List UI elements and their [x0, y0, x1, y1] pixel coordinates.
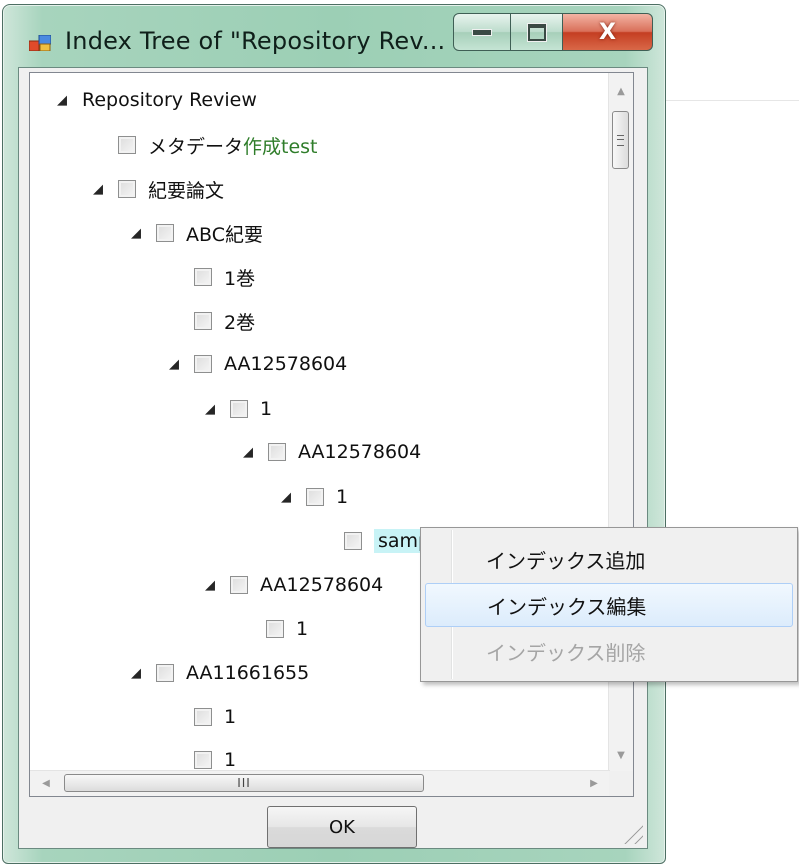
grip-icon: III — [237, 776, 251, 790]
node-checkbox[interactable] — [156, 664, 174, 682]
node-checkbox[interactable] — [230, 576, 248, 594]
expand-arrow-icon[interactable]: ◢ — [202, 402, 218, 417]
node-checkbox[interactable] — [266, 620, 284, 638]
scroll-down-arrow-icon[interactable]: ▼ — [609, 743, 633, 767]
expand-arrow-icon[interactable]: ◢ — [278, 490, 294, 505]
index-tree-view[interactable]: ◢ Repository Review メタデータ作成test ◢ 紀要論文 ◢… — [29, 72, 634, 797]
node-checkbox[interactable] — [156, 224, 174, 242]
maximize-button[interactable] — [511, 13, 563, 51]
scroll-up-arrow-icon[interactable]: ▲ — [609, 79, 633, 103]
scrollbar-corner — [609, 771, 633, 796]
tree-node-label: 1 — [260, 398, 273, 420]
node-checkbox[interactable] — [194, 312, 212, 330]
tree-node[interactable]: 1 — [266, 614, 308, 644]
node-checkbox[interactable] — [268, 443, 286, 461]
tree-node-label: 紀要論文 — [148, 179, 225, 202]
node-checkbox[interactable] — [118, 180, 136, 198]
menu-item-label: インデックス編集 — [487, 594, 647, 619]
tree-node-label: AA12578604 — [224, 353, 348, 375]
vertical-scroll-thumb[interactable] — [612, 111, 629, 169]
tree-node-label: 2巻 — [224, 311, 256, 334]
tree-node[interactable]: 1 — [194, 745, 236, 771]
node-checkbox[interactable] — [344, 532, 362, 550]
close-button[interactable]: X — [563, 13, 653, 51]
menu-item-delete-index: インデックス削除 — [425, 629, 793, 673]
tree-node-label: 1 — [224, 706, 237, 728]
expand-arrow-icon[interactable]: ◢ — [54, 93, 70, 108]
tree-node-label: 1 — [296, 618, 309, 640]
scroll-right-arrow-icon[interactable]: ▶ — [582, 771, 606, 796]
tree-node[interactable]: 2巻 — [194, 306, 255, 336]
node-checkbox[interactable] — [194, 268, 212, 286]
tree-node-label: 1巻 — [224, 267, 256, 290]
menu-item-edit-index[interactable]: インデックス編集 — [425, 583, 793, 627]
expand-arrow-icon[interactable]: ◢ — [202, 578, 218, 593]
tree-node[interactable]: ◢ AA12578604 — [202, 570, 383, 600]
desktop-background — [665, 100, 799, 101]
tree-node[interactable]: メタデータ作成test — [118, 130, 318, 160]
tree-node-label: 1 — [224, 749, 237, 771]
tree-node[interactable]: ◢ ABC紀要 — [128, 218, 263, 248]
node-checkbox[interactable] — [194, 355, 212, 373]
ok-button[interactable]: OK — [267, 806, 417, 848]
tree-node[interactable]: ◢ AA12578604 — [240, 437, 421, 467]
expand-arrow-icon[interactable]: ◢ — [240, 445, 256, 460]
tree-node[interactable]: ◢ AA11661655 — [128, 658, 309, 688]
tree-node[interactable]: ◢ 1 — [278, 482, 348, 512]
tree-node-label: AA12578604 — [298, 441, 422, 463]
horizontal-scrollbar[interactable]: ◀ III ▶ — [30, 770, 610, 796]
tree-node[interactable]: ◢ 1 — [202, 394, 272, 424]
close-icon: X — [599, 19, 616, 45]
caption-buttons: X — [453, 13, 653, 53]
tree-node[interactable]: 1 — [194, 702, 236, 732]
tree-node-label: AA12578604 — [260, 574, 384, 596]
tree-node-root[interactable]: ◢ Repository Review — [54, 85, 257, 115]
maximize-icon — [527, 23, 546, 41]
minimize-icon — [472, 28, 492, 36]
resize-grip-icon[interactable] — [621, 822, 643, 844]
expand-arrow-icon[interactable]: ◢ — [166, 357, 182, 372]
tree-node[interactable]: ◢ AA12578604 — [166, 349, 347, 379]
context-menu: インデックス追加 インデックス編集 インデックス削除 — [420, 527, 798, 682]
window-app-icon — [29, 35, 51, 51]
tree-node-label: Repository Review — [82, 89, 257, 111]
node-checkbox[interactable] — [118, 136, 136, 154]
tree-node[interactable]: 1巻 — [194, 262, 255, 292]
expand-arrow-icon[interactable]: ◢ — [128, 666, 144, 681]
tree-node-label: 1 — [336, 486, 349, 508]
dialog-client-area: ◢ Repository Review メタデータ作成test ◢ 紀要論文 ◢… — [18, 67, 648, 849]
window-title: Index Tree of "Repository Rev... — [65, 27, 446, 55]
tree-node-label: メタデータ作成test — [148, 135, 318, 158]
menu-item-label: インデックス削除 — [486, 640, 646, 665]
title-bar[interactable]: Index Tree of "Repository Rev... X — [3, 5, 665, 71]
menu-item-add-index[interactable]: インデックス追加 — [425, 537, 793, 581]
node-checkbox[interactable] — [194, 751, 212, 769]
tree-node-label: ABC紀要 — [186, 223, 263, 246]
menu-item-label: インデックス追加 — [486, 548, 646, 573]
grip-icon — [617, 134, 624, 146]
node-checkbox[interactable] — [306, 488, 324, 506]
scroll-left-arrow-icon[interactable]: ◀ — [34, 771, 58, 796]
node-checkbox[interactable] — [194, 708, 212, 726]
tree-node[interactable]: ◢ 紀要論文 — [90, 174, 224, 204]
expand-arrow-icon[interactable]: ◢ — [128, 226, 144, 241]
tree-node-label: AA11661655 — [186, 662, 310, 684]
minimize-button[interactable] — [453, 13, 511, 51]
expand-arrow-icon[interactable]: ◢ — [90, 182, 106, 197]
horizontal-scroll-thumb[interactable]: III — [64, 774, 424, 792]
node-checkbox[interactable] — [230, 400, 248, 418]
